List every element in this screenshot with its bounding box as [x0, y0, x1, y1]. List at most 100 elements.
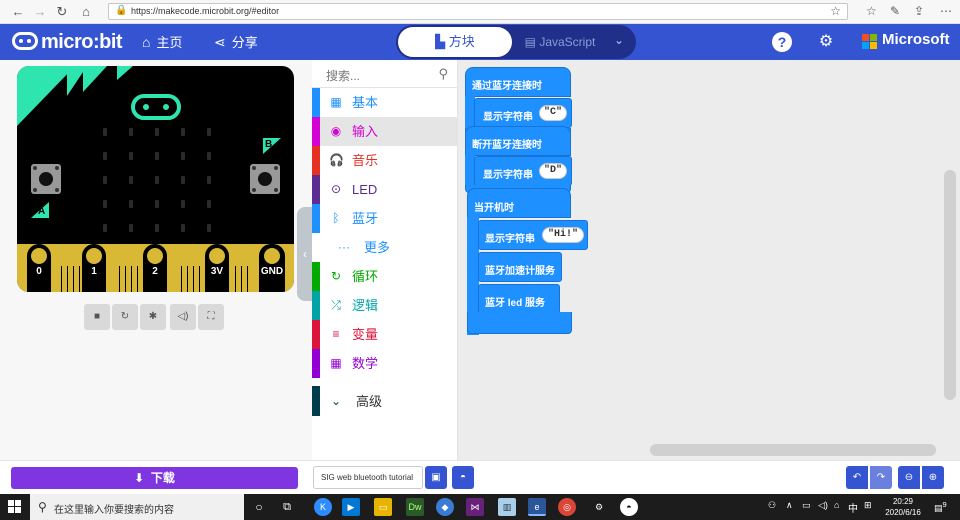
- more-icon[interactable]: ⋯: [940, 4, 952, 18]
- download-icon: ⬇: [134, 471, 145, 485]
- chevron-down-icon[interactable]: ⌄: [614, 34, 626, 46]
- save-icon[interactable]: ▣: [425, 466, 447, 489]
- category-logic[interactable]: ⤮ 逻辑: [312, 291, 458, 320]
- favorites-icon[interactable]: ☆: [866, 4, 877, 18]
- ime-indicator[interactable]: 中: [848, 500, 858, 515]
- address-bar[interactable]: 🔒 https://makecode.microbit.org/#editor …: [108, 3, 848, 20]
- download-button[interactable]: ⬇ 下载: [11, 467, 298, 489]
- share-button[interactable]: ⋖ 分享: [214, 33, 258, 52]
- cortana-icon[interactable]: ○: [250, 498, 268, 516]
- microbit-logo[interactable]: micro:bit: [12, 30, 123, 54]
- grid-icon: ▦: [330, 95, 342, 109]
- github-desktop-icon[interactable]: ◓: [620, 498, 638, 516]
- chevron-up-icon[interactable]: ∧: [786, 500, 793, 511]
- network-icon[interactable]: ⌂: [834, 500, 839, 510]
- event-block-bt-disconnected[interactable]: 断开蓝牙连接时: [465, 126, 571, 156]
- undo-icon[interactable]: ↶: [846, 466, 868, 489]
- button-b[interactable]: [250, 164, 280, 194]
- category-loops[interactable]: ↻ 循环: [312, 262, 458, 291]
- bt-led-service-block[interactable]: 蓝牙 led 服务: [478, 284, 560, 314]
- back-icon[interactable]: ←: [10, 4, 26, 20]
- media-player-icon[interactable]: ▶: [342, 498, 360, 516]
- toolbox-search[interactable]: 搜索... ⚲: [312, 60, 458, 88]
- category-bluetooth[interactable]: ᛒ 蓝牙: [312, 204, 458, 233]
- pin-1[interactable]: 1: [82, 244, 106, 292]
- share-icon[interactable]: ⇪: [914, 4, 924, 18]
- headphones-icon: 🎧: [329, 153, 344, 167]
- github-icon[interactable]: ◓: [452, 466, 474, 489]
- tab-javascript[interactable]: ▤ JavaScript: [514, 27, 606, 57]
- string-input-hi[interactable]: "Hi!": [542, 227, 584, 243]
- home-icon[interactable]: ⌂: [78, 4, 94, 20]
- chrome-icon[interactable]: ◎: [558, 498, 576, 516]
- simulator-toolbar: ■ ↻ ✱ ◁) ⛶: [84, 304, 224, 330]
- zoom-in-icon[interactable]: ⊕: [922, 466, 944, 489]
- notepad-icon[interactable]: ▥: [498, 498, 516, 516]
- restart-icon[interactable]: ↻: [112, 304, 138, 330]
- file-explorer-icon[interactable]: ▭: [374, 498, 392, 516]
- string-input-c[interactable]: "C": [539, 105, 567, 121]
- toggle-icon: ⊙: [330, 182, 342, 196]
- collapse-simulator-button[interactable]: ‹: [297, 207, 313, 301]
- home-button[interactable]: ⌂ 主页: [142, 33, 182, 52]
- vertical-scrollbar[interactable]: [944, 170, 956, 400]
- people-icon[interactable]: ⚇: [768, 500, 776, 511]
- show-string-block-d[interactable]: 显示字符串 "D": [474, 156, 572, 186]
- event-block-on-start[interactable]: 当开机时: [467, 188, 571, 218]
- category-music[interactable]: 🎧 音乐: [312, 146, 458, 175]
- category-input[interactable]: ◉ 输入: [312, 117, 458, 146]
- droplet-app-icon[interactable]: ◆: [436, 498, 454, 516]
- category-math[interactable]: ▦ 数学: [312, 349, 458, 378]
- settings-gear-icon[interactable]: ⚙: [590, 498, 608, 516]
- forward-icon[interactable]: →: [32, 4, 48, 20]
- button-a-label: A: [38, 206, 46, 217]
- category-advanced[interactable]: ⌄ 高级: [312, 386, 458, 416]
- js-icon: ▤: [524, 35, 536, 49]
- pin-gnd[interactable]: GND: [259, 244, 285, 292]
- show-string-block-c[interactable]: 显示字符串 "C": [474, 98, 572, 128]
- pin-2[interactable]: 2: [143, 244, 167, 292]
- zoom-out-icon[interactable]: ⊖: [898, 466, 920, 489]
- bt-accelerometer-service-block[interactable]: 蓝牙加速计服务: [478, 252, 562, 282]
- notifications-icon[interactable]: ▤9: [934, 500, 947, 514]
- category-variables[interactable]: ≡ 变量: [312, 320, 458, 349]
- redo-icon[interactable]: ↷: [870, 466, 892, 489]
- project-name-field[interactable]: SIG web bluetooth tutorial: [313, 466, 423, 489]
- windows-start-icon[interactable]: [8, 500, 22, 514]
- category-led[interactable]: ⊙ LED: [312, 175, 458, 204]
- volume-icon[interactable]: ◁): [818, 500, 828, 511]
- debug-icon[interactable]: ✱: [140, 304, 166, 330]
- category-more[interactable]: ··· 更多: [320, 233, 458, 262]
- volume-icon[interactable]: ◁): [170, 304, 196, 330]
- pin-0[interactable]: 0: [27, 244, 51, 292]
- gear-icon[interactable]: ⚙: [816, 32, 836, 52]
- dreamweaver-icon[interactable]: Dw: [406, 498, 424, 516]
- pin-3v[interactable]: 3V: [205, 244, 229, 292]
- visual-studio-icon[interactable]: ⋈: [466, 498, 484, 516]
- favorite-star-icon[interactable]: ☆: [830, 4, 841, 18]
- microbit-board: A B 0 1 2 3V GND: [17, 66, 294, 292]
- battery-icon[interactable]: ▭: [802, 500, 811, 511]
- fullscreen-icon[interactable]: ⛶: [198, 304, 224, 330]
- task-view-icon[interactable]: ⧉: [278, 498, 296, 516]
- category-basic[interactable]: ▦ 基本: [312, 88, 458, 117]
- stop-icon[interactable]: ■: [84, 304, 110, 330]
- refresh-icon[interactable]: ↻: [54, 4, 70, 20]
- edge-browser-icon[interactable]: e: [528, 498, 546, 516]
- lines-icon: ≡: [332, 327, 340, 341]
- taskbar-clock[interactable]: 20:29 2020/6/16: [880, 496, 926, 518]
- help-icon[interactable]: ?: [772, 32, 792, 52]
- calculator-icon: ▦: [330, 356, 342, 370]
- tab-blocks[interactable]: ▙ 方块: [398, 27, 512, 57]
- string-input-d[interactable]: "D": [539, 163, 567, 179]
- search-icon[interactable]: ⚲: [438, 66, 448, 82]
- keyboard-icon[interactable]: ⊞: [864, 500, 872, 511]
- show-string-block-hi[interactable]: 显示字符串 "Hi!": [478, 220, 588, 250]
- horizontal-scrollbar[interactable]: [650, 444, 936, 456]
- blocks-workspace[interactable]: 通过蓝牙连接时 显示字符串 "C" 断开蓝牙连接时 显示字符串 "D" 当开机时…: [458, 60, 960, 460]
- taskbar-search-box[interactable]: ⚲ 在这里输入你要搜索的内容: [30, 494, 244, 520]
- event-block-bt-connected[interactable]: 通过蓝牙连接时: [465, 67, 571, 97]
- pen-icon[interactable]: ✎: [890, 4, 900, 18]
- app-k-icon[interactable]: K: [314, 498, 332, 516]
- button-a[interactable]: [31, 164, 61, 194]
